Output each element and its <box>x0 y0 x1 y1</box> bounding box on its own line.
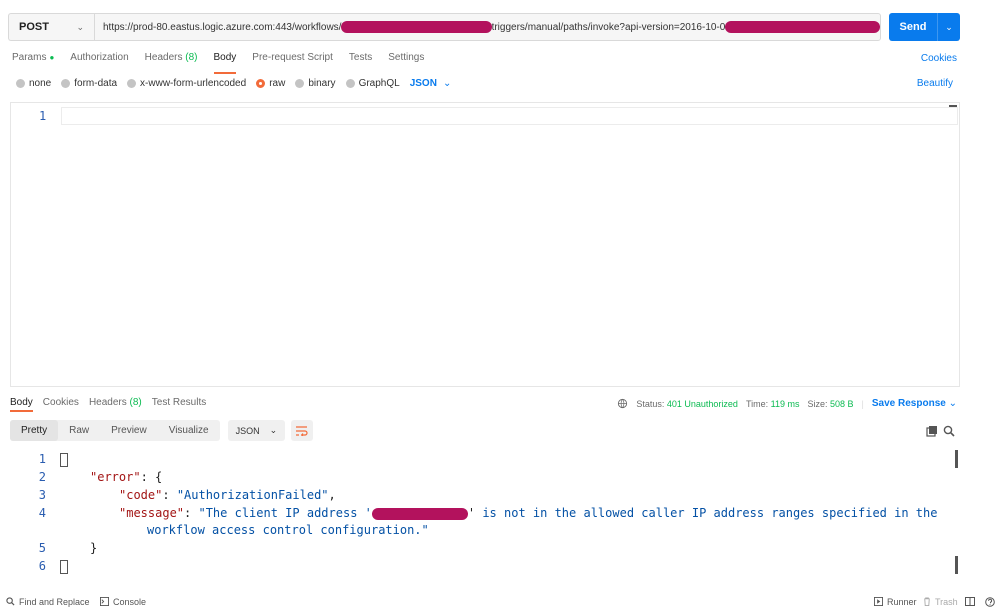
active-line-highlight <box>61 107 958 125</box>
line-number: 6 <box>38 559 46 573</box>
wrap-lines-button[interactable] <box>291 420 314 441</box>
trash-icon <box>924 597 930 606</box>
console-icon <box>100 597 109 606</box>
response-tabs: Body Cookies Headers (8) Test Results <box>10 397 206 412</box>
request-tabs: Params ● Authorization Headers (8) Body P… <box>12 52 424 74</box>
response-format-toolbar: Pretty Raw Preview Visualize JSON ⌄ <box>10 420 314 441</box>
runner-button[interactable]: Runner <box>874 597 917 607</box>
url-middle: triggers/manual/paths/invoke?api-version… <box>491 21 726 33</box>
wrap-lines-icon <box>296 425 308 436</box>
line-number: 5 <box>38 541 46 555</box>
scrollbar[interactable] <box>955 450 958 468</box>
code-line: "code": "AuthorizationFailed", <box>119 488 336 502</box>
url-prefix: https://prod-80.eastus.logic.azure.com:4… <box>103 21 342 33</box>
search-icon <box>6 597 15 606</box>
send-button[interactable]: Send <box>889 13 937 41</box>
help-icon[interactable] <box>985 596 995 607</box>
status-bar: Find and Replace Console Runner Trash <box>0 595 999 608</box>
code-line: "message": "The client IP address ' ' is … <box>119 506 938 520</box>
line-number: 2 <box>38 470 46 484</box>
radio-urlencoded[interactable]: x-www-form-urlencoded <box>127 78 246 89</box>
status-value[interactable]: 401 Unauthorized <box>667 399 738 409</box>
save-response-button[interactable]: Save Response ⌄ <box>872 398 957 409</box>
tab-response-headers[interactable]: Headers (8) <box>89 397 142 408</box>
redaction-mark <box>371 507 468 520</box>
layout-icon[interactable] <box>965 597 975 606</box>
size-value[interactable]: 508 B <box>830 399 854 409</box>
code-line-wrapped: workflow access control configuration." <box>147 523 429 537</box>
code-line: } <box>90 541 98 555</box>
code-line <box>60 559 68 574</box>
time-value[interactable]: 119 ms <box>771 399 800 409</box>
beautify-link[interactable]: Beautify <box>917 78 953 89</box>
view-preview[interactable]: Preview <box>100 420 158 441</box>
time-label: Time: 119 ms <box>745 398 800 409</box>
tab-response-cookies[interactable]: Cookies <box>43 397 79 408</box>
radio-form-data[interactable]: form-data <box>61 78 117 89</box>
runner-icon <box>874 597 883 606</box>
response-meta: Status: 401 Unauthorized Time: 119 ms Si… <box>617 398 957 409</box>
code-line: "error": { <box>90 470 163 484</box>
find-replace-button[interactable]: Find and Replace <box>6 597 90 607</box>
request-url-bar: POST ⌄ https://prod-80.eastus.logic.azur… <box>8 13 960 41</box>
tab-test-results[interactable]: Test Results <box>152 397 206 408</box>
redaction-mark <box>341 21 492 33</box>
response-headers-count: (8) <box>129 397 142 408</box>
body-type-options: none form-data x-www-form-urlencoded raw… <box>16 78 451 89</box>
line-number: 1 <box>39 109 47 123</box>
view-mode-segment: Pretty Raw Preview Visualize <box>10 420 220 441</box>
tab-prerequest-script[interactable]: Pre-request Script <box>252 52 333 70</box>
send-options-chevron-icon[interactable]: ⌄ <box>937 13 960 41</box>
response-format-select[interactable]: JSON ⌄ <box>227 420 286 441</box>
cookies-link[interactable]: Cookies <box>921 53 957 64</box>
method-label: POST <box>19 21 49 33</box>
line-number: 3 <box>38 488 46 502</box>
body-format-select[interactable]: JSON ⌄ <box>410 78 452 89</box>
search-icon[interactable] <box>943 425 955 437</box>
tab-response-body[interactable]: Body <box>10 397 33 412</box>
tab-params[interactable]: Params ● <box>12 52 54 70</box>
copy-icon[interactable] <box>926 425 938 437</box>
radio-raw[interactable]: raw <box>256 78 285 89</box>
scrollbar[interactable] <box>955 556 958 574</box>
code-line <box>60 452 68 467</box>
chevron-down-icon: ⌄ <box>269 425 278 435</box>
console-button[interactable]: Console <box>100 597 146 607</box>
radio-binary[interactable]: binary <box>295 78 336 89</box>
redaction-mark <box>725 21 880 33</box>
bracket-match-marker <box>60 452 68 467</box>
view-visualize[interactable]: Visualize <box>158 420 220 441</box>
url-input[interactable]: https://prod-80.eastus.logic.azure.com:4… <box>94 13 881 41</box>
size-label: Size: 508 B <box>807 398 854 409</box>
radio-graphql[interactable]: GraphQL <box>345 78 400 89</box>
tab-authorization[interactable]: Authorization <box>70 52 128 70</box>
radio-none[interactable]: none <box>16 78 51 89</box>
tab-body[interactable]: Body <box>213 52 236 74</box>
params-dot-icon: ● <box>49 53 55 62</box>
trash-button[interactable]: Trash <box>923 597 958 607</box>
tab-headers[interactable]: Headers (8) <box>145 52 198 70</box>
line-number: 4 <box>38 506 46 520</box>
tab-settings[interactable]: Settings <box>388 52 424 70</box>
request-body-editor[interactable]: 1 <box>10 102 960 387</box>
tab-tests[interactable]: Tests <box>349 52 372 70</box>
globe-icon[interactable] <box>617 398 628 409</box>
headers-count: (8) <box>185 52 198 63</box>
chevron-down-icon: ⌄ <box>948 398 957 409</box>
chevron-down-icon: ⌄ <box>442 78 452 89</box>
view-pretty[interactable]: Pretty <box>10 420 59 441</box>
scrollbar[interactable] <box>949 105 957 107</box>
method-select[interactable]: POST ⌄ <box>8 13 94 41</box>
line-number: 1 <box>38 452 46 466</box>
bracket-match-marker <box>60 559 68 574</box>
chevron-down-icon: ⌄ <box>76 21 84 32</box>
status-label: Status: 401 Unauthorized <box>636 398 738 409</box>
view-raw[interactable]: Raw <box>58 420 100 441</box>
